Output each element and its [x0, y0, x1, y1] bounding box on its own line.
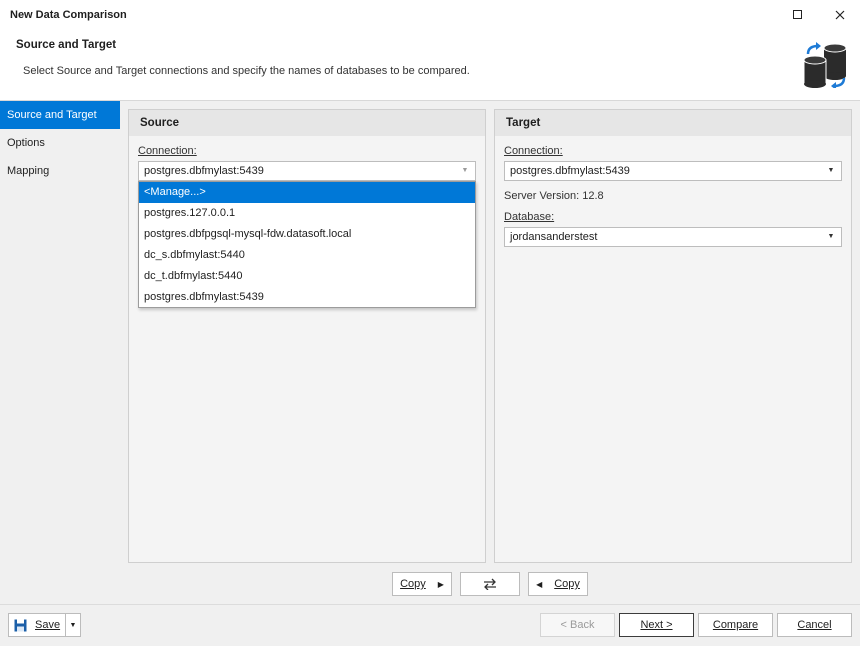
dropdown-item[interactable]: postgres.dbfpgsql-mysql-fdw.datasoft.loc… [139, 224, 475, 245]
swap-button[interactable] [460, 572, 520, 596]
dropdown-item[interactable]: postgres.127.0.0.1 [139, 203, 475, 224]
triangle-right-icon: ▶ [437, 579, 444, 589]
close-button[interactable] [825, 5, 855, 25]
save-dropdown-button[interactable]: ▼ [65, 613, 81, 637]
dropdown-item-manage[interactable]: <Manage...> [139, 182, 475, 203]
dropdown-item[interactable]: dc_t.dbfmylast:5440 [139, 266, 475, 287]
source-connection-value: postgres.dbfmylast:5439 [144, 165, 264, 177]
copy-to-source-button[interactable]: ◀ Copy [528, 572, 588, 596]
save-button[interactable]: Save [8, 613, 66, 637]
source-connection-combo[interactable]: postgres.dbfmylast:5439 ▼ [138, 161, 476, 181]
chevron-down-icon: ▼ [69, 621, 77, 629]
triangle-left-icon: ◀ [536, 579, 543, 589]
close-icon [835, 10, 845, 20]
next-button[interactable]: Next > [619, 613, 694, 637]
target-database-label: Database: [504, 211, 555, 223]
dropdown-item[interactable]: dc_s.dbfmylast:5440 [139, 245, 475, 266]
target-heading: Target [495, 110, 851, 136]
target-connection-value: postgres.dbfmylast:5439 [510, 165, 630, 177]
swap-arrows-icon [484, 578, 496, 590]
page-title: Source and Target [16, 39, 117, 51]
source-heading: Source [129, 110, 485, 136]
compare-button[interactable]: Compare [698, 613, 773, 637]
nav-item-source-and-target[interactable]: Source and Target [0, 101, 120, 129]
cancel-button[interactable]: Cancel [777, 613, 852, 637]
maximize-button[interactable] [783, 5, 813, 25]
target-connection-combo[interactable]: postgres.dbfmylast:5439 ▼ [504, 161, 842, 181]
back-button[interactable]: < Back [540, 613, 615, 637]
title-bar [0, 0, 860, 30]
source-connection-dropdown: <Manage...> postgres.127.0.0.1 postgres.… [138, 181, 476, 308]
page-description: Select Source and Target connections and… [23, 65, 470, 77]
database-compare-icon [803, 42, 847, 88]
copy-to-target-button[interactable]: Copy ▶ [392, 572, 452, 596]
server-version-text: Server Version: 12.8 [504, 190, 604, 202]
nav-item-mapping[interactable]: Mapping [0, 157, 120, 185]
save-icon [14, 619, 27, 631]
target-database-combo[interactable]: jordansanderstest ▼ [504, 227, 842, 247]
chevron-down-icon[interactable]: ▼ [825, 228, 837, 246]
chevron-down-icon[interactable]: ▼ [825, 162, 837, 180]
nav-item-options[interactable]: Options [0, 129, 120, 157]
chevron-down-icon[interactable]: ▼ [459, 162, 471, 180]
source-connection-label: Connection: [138, 145, 197, 157]
target-connection-label: Connection: [504, 145, 563, 157]
maximize-icon [793, 10, 802, 19]
window-title: New Data Comparison [10, 9, 127, 21]
target-database-value: jordansanderstest [510, 231, 598, 243]
dropdown-item[interactable]: postgres.dbfmylast:5439 [139, 287, 475, 308]
